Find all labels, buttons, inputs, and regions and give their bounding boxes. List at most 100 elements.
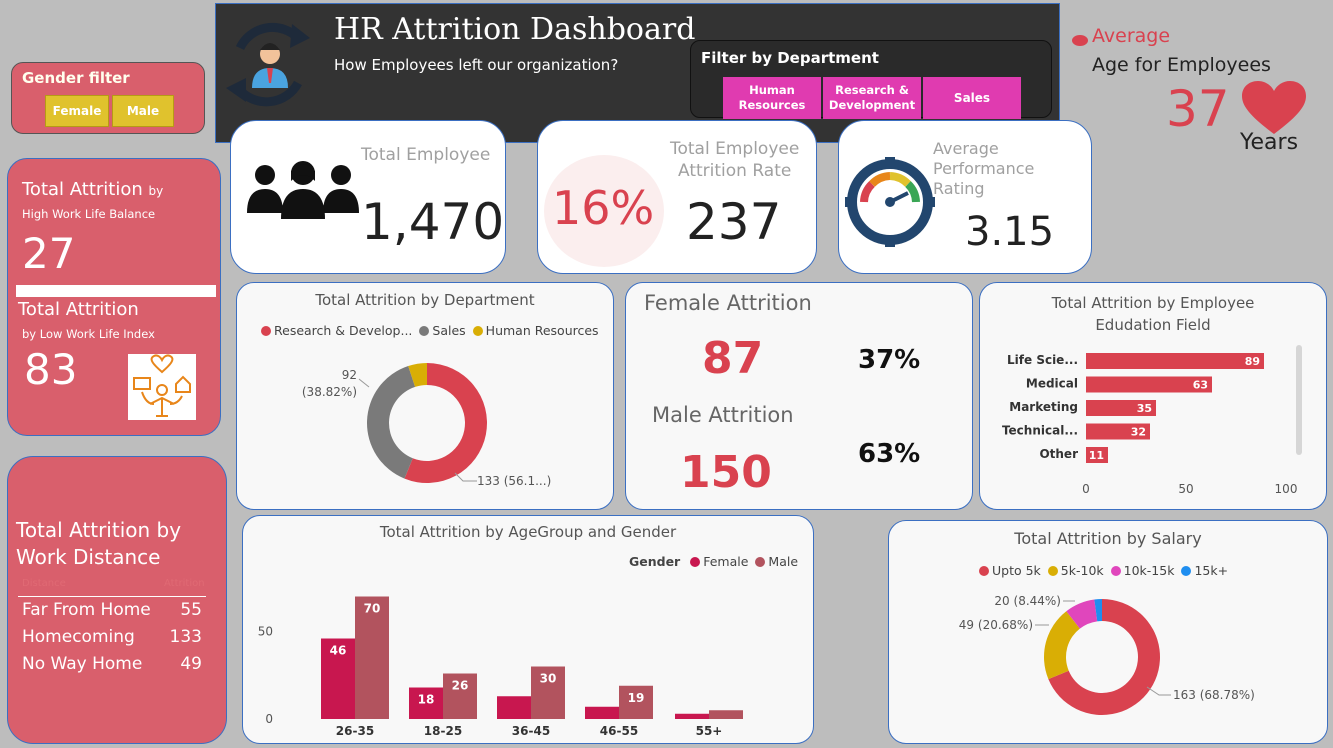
gender-female-button[interactable]: Female xyxy=(45,95,109,127)
wlb-high-title-text: Total Attrition xyxy=(22,179,143,200)
wlb-high-value: 27 xyxy=(22,229,76,278)
performance-rating-card: Average Performance Rating 3.15 xyxy=(838,120,1092,274)
data-label: 63 xyxy=(1193,379,1208,392)
category-label: 18-25 xyxy=(424,724,462,738)
wlb-high-title-suffix: by xyxy=(148,184,164,198)
department-donut-chart: 133 (56.1...) 92 (38.82%) xyxy=(302,363,551,488)
data-label: 32 xyxy=(1131,426,1146,439)
data-label-leader xyxy=(358,378,370,388)
average-label: Average xyxy=(1092,25,1171,47)
data-label: 11 xyxy=(1089,449,1104,462)
data-label: 163 (68.78%) xyxy=(1173,688,1255,702)
total-attrition-value: 237 xyxy=(686,193,782,251)
data-label: 26 xyxy=(452,679,469,693)
category-label: Other xyxy=(1039,447,1078,461)
total-employee-label: Total Employee xyxy=(361,145,491,165)
category-label: 26-35 xyxy=(336,724,374,738)
gender-attrition-card: Female Attrition 87 37% Male Attrition 1… xyxy=(625,282,973,510)
agegroup-chart-card: Total Attrition by AgeGroup and Gender G… xyxy=(242,515,814,744)
female-attrition-percent: 37% xyxy=(858,345,921,375)
wlb-divider xyxy=(16,285,216,297)
distance-row-value: 133 xyxy=(169,627,202,647)
tick-label: 0 xyxy=(1082,482,1090,496)
filter-human-resources-button[interactable]: Human Resources xyxy=(723,77,821,119)
age-for-employees-label: Age for Employees xyxy=(1092,54,1271,76)
work-life-balance-card: Total Attrition by High Work Life Balanc… xyxy=(7,158,221,436)
average-age-value: 37 xyxy=(1166,80,1230,138)
average-age-widget: Average Age for Employees 37 Years xyxy=(1068,20,1328,160)
bar xyxy=(585,706,619,719)
table-row: Homecoming 133 xyxy=(22,627,202,647)
table-row: No Way Home 49 xyxy=(22,654,202,674)
category-label: Medical xyxy=(1026,377,1078,391)
data-label: 35 xyxy=(1137,402,1152,415)
category-label: Marketing xyxy=(1009,400,1078,414)
female-attrition-value: 87 xyxy=(702,333,764,384)
data-label: 19 xyxy=(628,691,645,705)
data-label: 18 xyxy=(418,693,435,707)
bar xyxy=(675,713,709,719)
data-label: 89 xyxy=(1245,355,1260,368)
work-distance-title: Total Attrition by Work Distance xyxy=(16,518,182,569)
education-scrollbar[interactable] xyxy=(1296,345,1302,455)
attrition-rate-label-2: Attrition Rate xyxy=(678,161,792,181)
average-age-unit: Years xyxy=(1240,130,1299,155)
category-label: 36-45 xyxy=(512,724,550,738)
performance-value: 3.15 xyxy=(965,209,1055,255)
wlb-high-subtitle: High Work Life Balance xyxy=(22,207,156,221)
salary-donut-chart: 163 (68.78%) 49 (20.68%) 20 (8.44%) xyxy=(959,594,1255,715)
wlb-low-title: Total Attrition xyxy=(18,299,139,320)
data-label: (38.82%) xyxy=(302,385,357,399)
data-label: 46 xyxy=(330,644,347,658)
wlb-low-value: 83 xyxy=(24,345,78,394)
data-label: 20 (8.44%) xyxy=(994,594,1061,608)
education-chart-card: Total Attrition by Employee Edudation Fi… xyxy=(979,282,1327,510)
total-employee-card: Total Employee 1,470 xyxy=(230,120,506,274)
distance-row-value: 55 xyxy=(180,600,202,620)
distance-row-value: 49 xyxy=(180,654,202,674)
employees-group-icon xyxy=(243,161,363,225)
employee-cycle-icon xyxy=(220,8,316,118)
filter-research-development-button[interactable]: Research & Development xyxy=(823,77,921,119)
data-label: 70 xyxy=(364,602,381,616)
female-attrition-label: Female Attrition xyxy=(644,291,812,315)
category-label: Technical... xyxy=(1002,424,1078,438)
attrition-rate-percent: 16% xyxy=(552,181,655,235)
male-attrition-value: 150 xyxy=(680,447,772,498)
data-label-leader xyxy=(454,472,477,482)
gender-filter: Gender filter Female Male xyxy=(11,62,205,134)
education-bar-chart: Life Scie... 89 Medical 63 Marketing 35 Techni… xyxy=(1002,353,1298,496)
data-label: 92 xyxy=(342,368,357,382)
distance-row-label: No Way Home xyxy=(22,654,143,674)
filter-sales-button[interactable]: Sales xyxy=(923,77,1021,119)
distance-row-label: Homecoming xyxy=(22,627,135,647)
work-distance-card: Total Attrition by Work Distance Distanc… xyxy=(7,456,227,744)
tick-label: 100 xyxy=(1275,482,1298,496)
department-chart-card: Total Attrition by Department Research &… xyxy=(236,282,614,510)
agegroup-bar-chart: 0 50 46 70 26-35 18 26 18-25 30 36-45 19 46-55 55+ xyxy=(258,596,743,738)
distance-row-label: Far From Home xyxy=(22,600,151,620)
attrition-rate-card: 16% Total Employee Attrition Rate 237 xyxy=(537,120,817,274)
distance-header-left: Distance xyxy=(22,578,66,589)
table-row: Far From Home 55 xyxy=(22,600,202,620)
work-life-balance-icon xyxy=(128,354,196,420)
data-label: 30 xyxy=(540,672,557,686)
tick-label: 50 xyxy=(258,625,273,639)
wlb-high-title: Total Attrition by xyxy=(22,179,163,200)
department-filter-label: Filter by Department xyxy=(701,49,879,67)
bar xyxy=(497,696,531,719)
total-employee-value: 1,470 xyxy=(361,193,505,251)
male-attrition-percent: 63% xyxy=(858,439,921,469)
attrition-rate-label-1: Total Employee xyxy=(670,139,800,159)
gender-male-button[interactable]: Male xyxy=(112,95,174,127)
performance-label-2: Performance xyxy=(933,159,1035,178)
bar xyxy=(1086,353,1264,369)
performance-label-3: Rating xyxy=(933,179,985,198)
department-filter: Filter by Department Human Resources Res… xyxy=(690,40,1052,119)
gauge-icon xyxy=(845,157,935,251)
performance-label-1: Average xyxy=(933,139,999,158)
page-subtitle: How Employees left our organization? xyxy=(334,56,619,74)
category-label: Life Scie... xyxy=(1007,353,1078,367)
data-label: 133 (56.1...) xyxy=(477,474,551,488)
tick-label: 0 xyxy=(265,712,273,726)
